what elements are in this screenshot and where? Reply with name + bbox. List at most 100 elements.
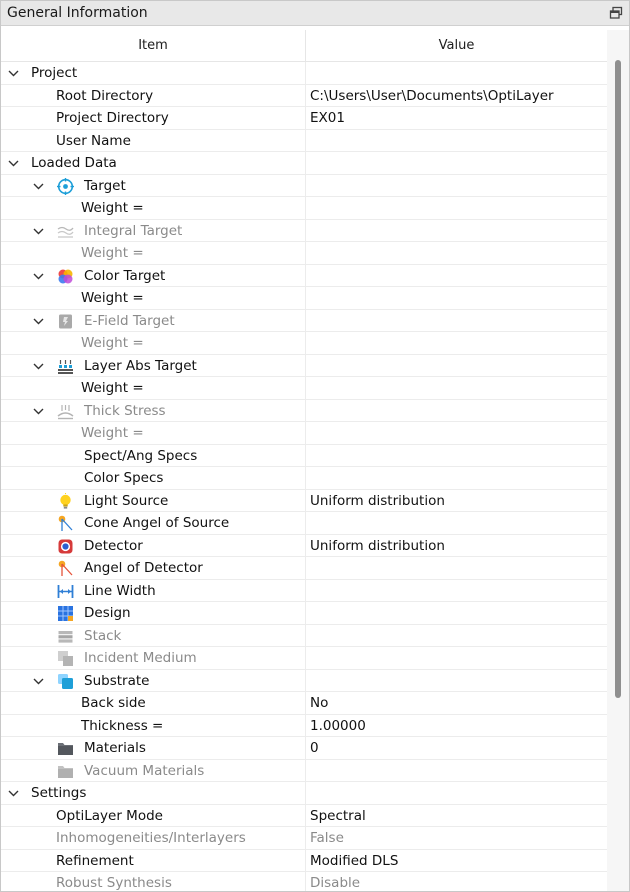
item-label: User Name: [56, 132, 131, 149]
value-cell[interactable]: No: [310, 692, 328, 714]
panel-title: General Information: [7, 5, 148, 21]
tree-row[interactable]: Color Specs: [1, 467, 607, 490]
tree-row[interactable]: Detector Uniform distribution: [1, 534, 607, 557]
target-icon: [57, 177, 74, 195]
value-cell[interactable]: Uniform distribution: [310, 535, 445, 557]
item-label: Settings: [31, 785, 87, 801]
item-label: Line Width: [84, 582, 156, 599]
tree-row[interactable]: E-Field Target: [1, 309, 607, 332]
chevron-down-icon[interactable]: [33, 361, 44, 371]
scrollbar-thumb[interactable]: [615, 60, 621, 698]
item-cell: Angel of Detector: [1, 557, 306, 579]
tree-row[interactable]: Weight =: [1, 197, 607, 220]
tree-row[interactable]: Angel of Detector: [1, 557, 607, 580]
chevron-down-icon[interactable]: [33, 676, 44, 686]
restore-window-icon[interactable]: [609, 6, 623, 20]
tree-row[interactable]: Weight =: [1, 287, 607, 310]
tree-row[interactable]: Refinement Modified DLS: [1, 849, 607, 872]
value-cell[interactable]: 0: [310, 737, 319, 759]
detector-icon: [58, 539, 73, 553]
item-column-header[interactable]: Item: [1, 30, 306, 61]
chevron-down-icon[interactable]: [33, 406, 44, 416]
tree-row[interactable]: User Name: [1, 129, 607, 152]
item-cell: Refinement: [1, 849, 306, 871]
tree-row[interactable]: Color Target: [1, 264, 607, 287]
item-cell: Root Directory: [1, 84, 306, 106]
tree-row[interactable]: Light Source Uniform distribution: [1, 489, 607, 512]
tree-row[interactable]: Weight =: [1, 242, 607, 265]
chevron-down-icon[interactable]: [33, 271, 44, 281]
tree-row[interactable]: Thick Stress: [1, 399, 607, 422]
tree-row[interactable]: Incident Medium: [1, 647, 607, 670]
item-cell: Light Source: [1, 489, 306, 511]
item-label: Loaded Data: [31, 155, 117, 171]
chevron-down-icon[interactable]: [8, 68, 19, 78]
tree-row[interactable]: Cone Angel of Source: [1, 512, 607, 535]
tree-row[interactable]: Stack: [1, 624, 607, 647]
tree-row[interactable]: Project: [1, 62, 607, 85]
value-cell[interactable]: EX01: [310, 107, 345, 129]
item-cell: Loaded Data: [1, 152, 306, 174]
tree-row[interactable]: Back side No: [1, 692, 607, 715]
tree-row[interactable]: Spect/Ang Specs: [1, 444, 607, 467]
value-column-header[interactable]: Value: [306, 30, 607, 61]
item-cell: Spect/Ang Specs: [1, 444, 306, 466]
tree-row[interactable]: Substrate: [1, 669, 607, 692]
tree-row[interactable]: Design: [1, 602, 607, 625]
item-label: Thickness =: [81, 717, 164, 734]
value-cell[interactable]: Spectral: [310, 805, 366, 827]
tree-row[interactable]: Root Directory C:\Users\User\Documents\Op…: [1, 84, 607, 107]
value-cell[interactable]: Uniform distribution: [310, 490, 445, 512]
item-label: Angel of Detector: [84, 560, 203, 576]
tree-row[interactable]: Weight =: [1, 377, 607, 400]
value-cell[interactable]: False: [310, 827, 344, 849]
value-cell[interactable]: Disable: [310, 872, 360, 891]
substrate-icon: [58, 673, 73, 689]
tree-row[interactable]: Settings: [1, 782, 607, 805]
value-cell[interactable]: 1.00000: [310, 715, 366, 737]
tree-row[interactable]: Layer Abs Target: [1, 354, 607, 377]
tree-row[interactable]: Weight =: [1, 332, 607, 355]
item-cell: Robust Synthesis: [1, 872, 306, 891]
tree-row[interactable]: Target: [1, 174, 607, 197]
item-cell: Weight =: [1, 377, 306, 399]
detector-angle-icon: [58, 560, 73, 576]
item-label: Weight =: [81, 335, 144, 351]
item-cell: Substrate: [1, 669, 306, 691]
tree-row[interactable]: OptiLayer Mode Spectral: [1, 804, 607, 827]
item-cell: Detector: [1, 534, 306, 556]
chevron-down-icon[interactable]: [33, 181, 44, 191]
item-cell: Weight =: [1, 332, 306, 354]
item-label: Weight =: [81, 245, 144, 261]
item-cell: Settings: [1, 782, 306, 804]
chevron-down-icon[interactable]: [33, 226, 44, 236]
tree-row[interactable]: Materials 0: [1, 737, 607, 760]
tree-row[interactable]: Inhomogeneities/Interlayers False: [1, 827, 607, 850]
item-cell: Weight =: [1, 242, 306, 264]
item-label: Root Directory: [56, 87, 154, 104]
item-cell: Stack: [1, 624, 306, 646]
item-cell: Weight =: [1, 197, 306, 219]
tree-row[interactable]: Weight =: [1, 422, 607, 445]
item-cell: Weight =: [1, 287, 306, 309]
tree-row[interactable]: Integral Target: [1, 219, 607, 242]
tree-rows: Project Root Directory C:\Users\User\Docum…: [1, 62, 607, 891]
item-label: Layer Abs Target: [84, 357, 197, 374]
chevron-down-icon[interactable]: [8, 158, 19, 168]
vertical-scrollbar[interactable]: [607, 30, 629, 891]
value-cell[interactable]: C:\Users\User\Documents\OptiLayer: [310, 85, 554, 107]
tree-row[interactable]: Line Width: [1, 579, 607, 602]
folder-icon: [58, 743, 73, 755]
chevron-down-icon[interactable]: [8, 788, 19, 798]
value-cell[interactable]: Modified DLS: [310, 850, 398, 872]
chevron-down-icon[interactable]: [33, 316, 44, 326]
tree-row[interactable]: Loaded Data: [1, 152, 607, 175]
item-cell: Design: [1, 602, 306, 624]
tree-row[interactable]: Project Directory EX01: [1, 107, 607, 130]
item-cell: Thickness =: [1, 714, 306, 736]
item-label: Vacuum Materials: [84, 762, 205, 779]
tree-row[interactable]: Thickness = 1.00000: [1, 714, 607, 737]
tree-row[interactable]: Robust Synthesis Disable: [1, 872, 607, 891]
item-cell: Back side: [1, 692, 306, 714]
tree-row[interactable]: Vacuum Materials: [1, 759, 607, 782]
